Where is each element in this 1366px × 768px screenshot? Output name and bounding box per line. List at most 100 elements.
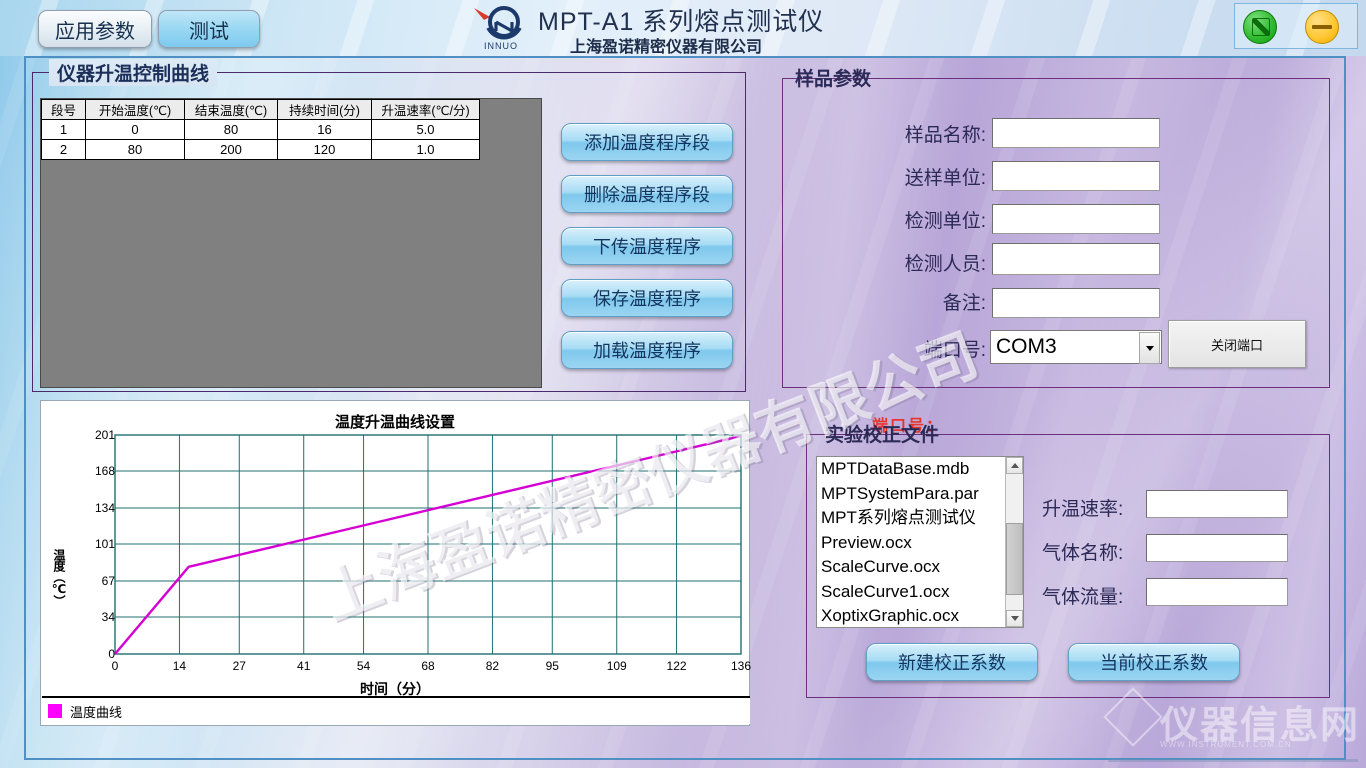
button-label: 新建校正系数 xyxy=(898,653,1006,673)
chart-x-tick-label: 122 xyxy=(666,659,687,673)
scrollbar-thumb[interactable] xyxy=(1006,523,1023,595)
cell-duration[interactable]: 120 xyxy=(277,139,372,160)
svg-text:INNUO: INNUO xyxy=(484,41,518,51)
app-header: 应用参数 测试 INNUO MPT-A1 系列熔点测试仪 上海盈诺精密仪器有限公… xyxy=(0,0,1366,56)
file-list-scrollbar[interactable] xyxy=(1005,457,1023,627)
testing-organization-input[interactable] xyxy=(992,204,1160,234)
button-label: 当前校正系数 xyxy=(1100,653,1208,673)
innuo-logo-icon: INNUO xyxy=(474,6,522,51)
chart-x-tick-label: 68 xyxy=(421,659,435,673)
sample-submitter-label: 送样单位: xyxy=(904,168,986,189)
port-select-value: COM3 xyxy=(996,335,1057,358)
cell-segment[interactable]: 1 xyxy=(41,119,86,140)
tab-label: 测试 xyxy=(189,20,229,43)
company-name: 上海盈诺精密仪器有限公司 xyxy=(570,39,763,56)
remark-label: 备注: xyxy=(942,293,986,314)
window-controls xyxy=(1234,3,1358,49)
col-duration: 持续时间(分) xyxy=(277,99,372,120)
panel-title: 样品参数 xyxy=(795,69,872,90)
gas-name-input[interactable] xyxy=(1146,534,1288,562)
gas-flow-label: 气体流量: xyxy=(1042,587,1124,608)
temperature-program-table: 段号 开始温度(℃) 结束温度(℃) 持续时间(分) 升温速率(℃/分) 1 0… xyxy=(41,99,480,160)
download-temperature-program-button[interactable]: 下传温度程序 xyxy=(561,227,733,265)
button-label: 删除温度程序段 xyxy=(584,185,710,205)
remark-input[interactable] xyxy=(992,288,1160,318)
no-entry-icon xyxy=(1252,18,1270,36)
col-end-temp: 结束温度(℃) xyxy=(184,99,278,120)
tab-application-parameters[interactable]: 应用参数 xyxy=(38,10,152,48)
table-row[interactable]: 2 80 200 120 1.0 xyxy=(41,139,480,160)
chevron-down-icon[interactable] xyxy=(1139,332,1160,364)
list-item[interactable]: XoptixGraphic.ocx xyxy=(817,604,1005,627)
list-item[interactable]: MPTSystemPara.par xyxy=(817,482,1005,507)
tester-input[interactable] xyxy=(992,243,1160,275)
calibration-file-list[interactable]: MPTDataBase.mdb MPTSystemPara.par MPT系列熔… xyxy=(816,456,1024,628)
col-segment: 段号 xyxy=(41,99,86,120)
sample-name-input[interactable] xyxy=(992,118,1160,148)
chart-x-tick-label: 109 xyxy=(606,659,627,673)
chart-legend: 温度曲线 xyxy=(42,696,750,724)
table-header-row: 段号 开始温度(℃) 结束温度(℃) 持续时间(分) 升温速率(℃/分) xyxy=(41,99,480,120)
list-item[interactable]: ScaleCurve.ocx xyxy=(817,555,1005,580)
port-select[interactable]: COM3 xyxy=(990,330,1162,364)
calibration-file-items: MPTDataBase.mdb MPTSystemPara.par MPT系列熔… xyxy=(817,457,1005,627)
chart-plot-area xyxy=(114,434,742,655)
legend-label: 温度曲线 xyxy=(70,704,123,720)
chart-x-tick-label: 54 xyxy=(356,659,371,673)
tester-label: 检测人员: xyxy=(904,254,986,275)
minimize-button[interactable] xyxy=(1305,10,1339,44)
list-item[interactable]: ScaleCurve1.ocx xyxy=(817,580,1005,605)
col-rate: 升温速率(℃/分) xyxy=(371,99,480,120)
cell-end-temp[interactable]: 80 xyxy=(184,119,278,140)
new-calibration-coefficient-button[interactable]: 新建校正系数 xyxy=(866,643,1038,681)
cell-start-temp[interactable]: 80 xyxy=(85,139,185,160)
temperature-program-table-container[interactable]: 段号 开始温度(℃) 结束温度(℃) 持续时间(分) 升温速率(℃/分) 1 0… xyxy=(40,98,542,388)
heating-rate-label: 升温速率: xyxy=(1042,499,1124,520)
chart-x-tick-label: 41 xyxy=(297,659,311,673)
sample-submitter-input[interactable] xyxy=(992,161,1160,191)
tab-test[interactable]: 测试 xyxy=(158,10,260,48)
scroll-down-icon[interactable] xyxy=(1006,610,1023,627)
panel-title: 实验校正文件 xyxy=(825,425,940,446)
button-label: 加载温度程序 xyxy=(593,341,701,361)
chart-x-tick-label: 0 xyxy=(111,659,119,673)
cell-rate[interactable]: 5.0 xyxy=(371,119,480,140)
close-port-button[interactable]: 关闭端口 xyxy=(1168,320,1306,368)
legend-swatch-icon xyxy=(48,704,62,718)
list-item[interactable]: MPT系列熔点测试仪 xyxy=(817,506,1005,531)
tab-label: 应用参数 xyxy=(55,20,135,43)
cell-start-temp[interactable]: 0 xyxy=(85,119,185,140)
cell-end-temp[interactable]: 200 xyxy=(184,139,278,160)
temperature-curve-chart: 温度升温曲线设置 温度（℃） 0 34 67 101 134 168 201 0 14 27 41… xyxy=(40,400,751,726)
testing-organization-label: 检测单位: xyxy=(904,211,986,232)
delete-temperature-segment-button[interactable]: 删除温度程序段 xyxy=(561,175,733,213)
add-temperature-segment-button[interactable]: 添加温度程序段 xyxy=(561,123,733,161)
load-temperature-program-button[interactable]: 加载温度程序 xyxy=(561,331,733,369)
minus-icon xyxy=(1312,25,1332,29)
current-calibration-coefficient-button[interactable]: 当前校正系数 xyxy=(1068,643,1240,681)
table-row[interactable]: 1 0 80 16 5.0 xyxy=(41,119,480,140)
cell-rate[interactable]: 1.0 xyxy=(371,139,480,160)
list-item[interactable]: Preview.ocx xyxy=(817,531,1005,556)
exit-button[interactable] xyxy=(1243,10,1277,44)
chart-x-tick-label: 27 xyxy=(232,659,246,673)
scroll-up-icon[interactable] xyxy=(1006,457,1023,474)
gas-name-label: 气体名称: xyxy=(1042,543,1124,564)
chart-x-tick-label: 95 xyxy=(545,659,559,673)
button-label: 保存温度程序 xyxy=(593,289,701,309)
chart-x-ticks: 0 14 27 41 54 68 82 95 109 122 136 xyxy=(41,659,751,675)
cell-segment[interactable]: 2 xyxy=(41,139,86,160)
col-start-temp: 开始温度(℃) xyxy=(85,99,185,120)
gas-flow-input[interactable] xyxy=(1146,578,1288,606)
chart-x-tick-label: 14 xyxy=(172,659,187,673)
chart-x-tick-label: 136 xyxy=(730,659,752,673)
button-label: 添加温度程序段 xyxy=(584,133,710,153)
list-item[interactable]: MPTDataBase.mdb xyxy=(817,457,1005,482)
heating-rate-input[interactable] xyxy=(1146,490,1288,518)
port-label: 端口号: xyxy=(923,340,986,361)
button-label: 下传温度程序 xyxy=(593,237,701,257)
panel-title: 仪器升温控制曲线 xyxy=(49,59,218,86)
cell-duration[interactable]: 16 xyxy=(277,119,372,140)
chart-x-tick-label: 82 xyxy=(485,659,500,673)
save-temperature-program-button[interactable]: 保存温度程序 xyxy=(561,279,733,317)
